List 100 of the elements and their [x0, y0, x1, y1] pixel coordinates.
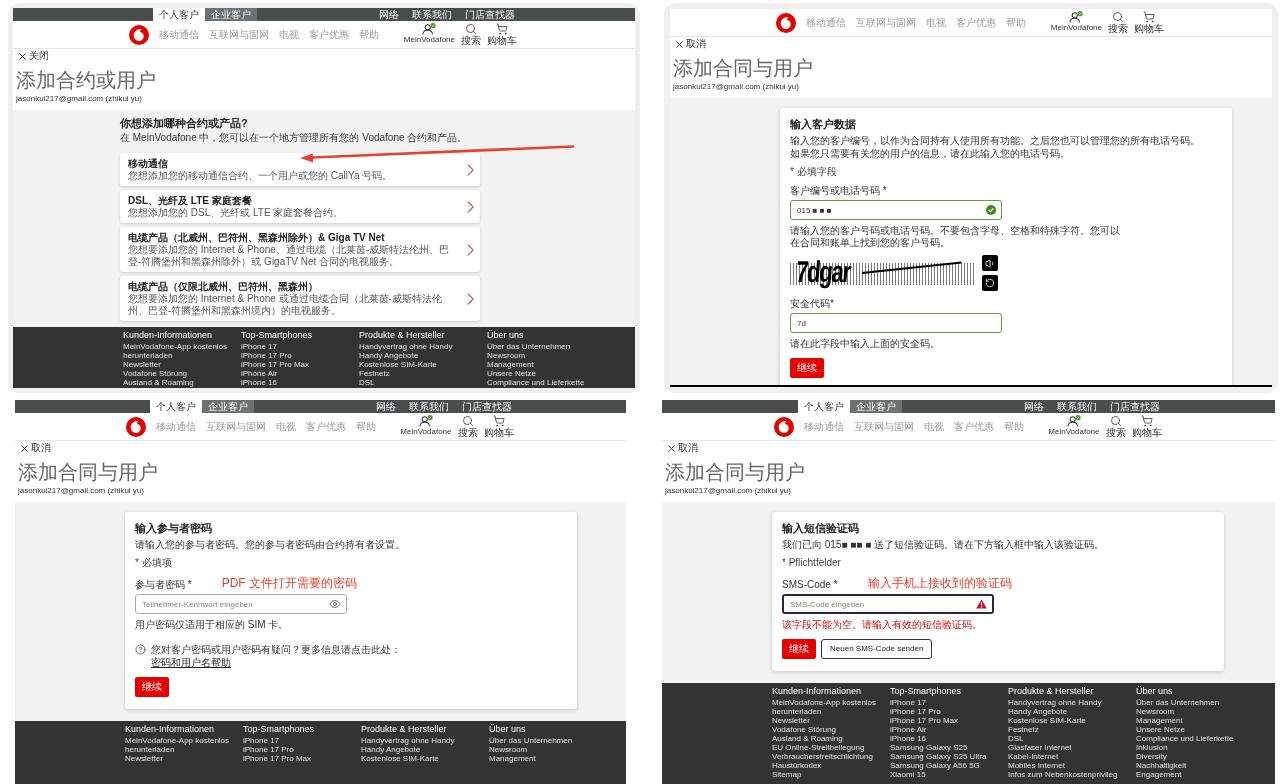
footer-link[interactable]: iPhone 17: [890, 698, 927, 707]
footer-link[interactable]: Festnetz: [1008, 725, 1039, 734]
footer-link[interactable]: Kostenlose SIM-Karte: [1008, 716, 1086, 725]
password-field[interactable]: Teilnehmer-Kennwort eingeben: [135, 594, 347, 614]
footer-link[interactable]: Management: [487, 360, 534, 369]
footer-link[interactable]: Unsere Netze: [487, 369, 536, 378]
top-link[interactable]: 网络: [379, 8, 399, 21]
footer-link[interactable]: Handy Angebote: [359, 351, 419, 360]
footer-link[interactable]: iPhone 17: [243, 736, 280, 745]
top-link[interactable]: 网络: [375, 400, 396, 413]
footer-link[interactable]: Newsletter: [125, 754, 163, 763]
footer-link[interactable]: herunterladen: [125, 745, 175, 754]
footer-link[interactable]: Ausland & Roaming: [772, 734, 843, 743]
top-link[interactable]: 门店查找器: [465, 8, 515, 21]
footer-link[interactable]: iPhone 17 Pro: [241, 351, 292, 360]
account-button[interactable]: MeinVodafone: [403, 23, 455, 45]
footer-link[interactable]: Newsroom: [487, 351, 526, 360]
footer-link[interactable]: DSL: [359, 378, 375, 387]
option-card[interactable]: 电缆产品（仅限北威州、巴符州、黑森州） 您想要添加您的 Internet & Phone 或通过电缆合同（北莱茵-威斯特法伦州、巴登-符腾堡州和黑森州境内）的电视服务。: [120, 276, 480, 321]
footer-link[interactable]: Management: [489, 754, 536, 763]
footer-link[interactable]: Compliance und Lieferkette: [1136, 734, 1234, 743]
footer-link[interactable]: Vodafone Störung: [123, 369, 188, 378]
continue-button[interactable]: 继续: [135, 677, 169, 697]
close-button[interactable]: 取消: [21, 442, 51, 454]
footer-link[interactable]: Samsung Galaxy A56 5G: [890, 761, 980, 770]
footer-link[interactable]: Inklusion: [1136, 743, 1168, 752]
search-button[interactable]: 搜索: [461, 23, 481, 46]
footer-link[interactable]: Samsung Galaxy S25: [890, 743, 968, 752]
footer-link[interactable]: Unsere Netze: [1136, 725, 1185, 734]
logo-icon[interactable]: [129, 24, 149, 45]
account-button[interactable]: MeinVodafone: [1048, 415, 1100, 437]
footer-link[interactable]: iPhone 17 Pro Max: [890, 716, 959, 725]
footer-link[interactable]: Kostenlose SIM-Karte: [361, 754, 439, 763]
input-field[interactable]: SMS-Code eingeben: [782, 594, 994, 614]
top-link[interactable]: 网络: [1023, 400, 1044, 413]
segment-tab[interactable]: 企业客户: [205, 8, 257, 21]
footer-link[interactable]: DSL: [1008, 734, 1024, 743]
segment-tab[interactable]: 个人客户: [153, 8, 205, 21]
top-link[interactable]: 联系我们: [408, 400, 449, 413]
close-button[interactable]: 取消: [668, 442, 698, 454]
footer-link[interactable]: herunterladen: [123, 351, 173, 360]
footer-link[interactable]: Haustürkodex: [772, 761, 822, 770]
continue-button[interactable]: 继续: [782, 639, 816, 659]
footer-link[interactable]: Newsroom: [1136, 707, 1175, 716]
footer-link[interactable]: Handyvertrag ohne Handy: [359, 342, 453, 351]
footer-link[interactable]: iPhone 16: [241, 378, 278, 387]
footer-link[interactable]: Newsroom: [489, 745, 528, 754]
footer-link[interactable]: Samsung Galaxy S25 Ultra: [890, 752, 987, 761]
footer-link[interactable]: Newsletter: [772, 716, 810, 725]
footer-link[interactable]: herunterladen: [772, 707, 822, 716]
logo-icon[interactable]: [125, 416, 146, 437]
help-link[interactable]: 密码和用户名帮助: [151, 656, 231, 669]
footer-link[interactable]: Verbraucherstreitschlichtung: [772, 752, 873, 761]
close-button[interactable]: 关闭: [19, 50, 49, 62]
account-button[interactable]: MeinVodafone: [1050, 11, 1102, 33]
segment-tab[interactable]: 个人客户: [149, 400, 202, 413]
footer-link[interactable]: Nachhaltigkeit: [1136, 761, 1187, 770]
footer-link[interactable]: Vodafone Störung: [772, 725, 837, 734]
footer-link[interactable]: Über das Unternehmen: [489, 736, 573, 745]
footer-link[interactable]: iPhone 17 Pro Max: [241, 360, 310, 369]
footer-link[interactable]: Compliance und Lieferkette: [487, 378, 585, 387]
footer-link[interactable]: Über das Unternehmen: [487, 342, 571, 351]
audio-button[interactable]: [982, 255, 998, 271]
refresh-button[interactable]: [982, 275, 998, 291]
footer-link[interactable]: MeinVodafone-App kostenlos: [772, 698, 877, 707]
option-card[interactable]: 移动通信 您想添加您的移动通信合约、一个用户或您的 CallYa 号码。: [120, 153, 480, 186]
footer-link[interactable]: Newsletter: [123, 360, 161, 369]
logo-icon[interactable]: [776, 12, 796, 33]
footer-link[interactable]: Xiaomi 15: [890, 770, 926, 779]
footer-link[interactable]: MeinVodafone-App kostenlos: [125, 736, 230, 745]
footer-link[interactable]: iPhone 16: [890, 734, 927, 743]
footer-link[interactable]: iPhone 17 Pro: [243, 745, 294, 754]
footer-link[interactable]: Festnetz: [359, 369, 390, 378]
footer-link[interactable]: iPhone 17 Pro: [890, 707, 941, 716]
footer-link[interactable]: iPhone 17: [241, 342, 278, 351]
option-card[interactable]: 电缆产品（北威州、巴符州、黑森州除外）& Giga TV Net 您想要添加您的 Internet & Phone、通过电缆（北莱茵-威斯特法伦州、巴登-符腾堡州和黑森州除外）或 GigaTV Net 合同的电视服务。: [120, 227, 480, 272]
footer-link[interactable]: Handyvertrag ohne Handy: [361, 736, 455, 745]
resend-button[interactable]: Neuen SMS-Code senden: [821, 639, 933, 659]
footer-link[interactable]: Diversity: [1136, 752, 1167, 761]
search-button[interactable]: 搜索: [1108, 11, 1128, 34]
footer-link[interactable]: Handyvertrag ohne Handy: [1008, 698, 1102, 707]
footer-link[interactable]: Handy Angebote: [361, 745, 421, 754]
footer-link[interactable]: Kostenlose SIM-Karte: [359, 360, 437, 369]
footer-link[interactable]: iPhone Air: [890, 725, 927, 734]
logo-icon[interactable]: [773, 416, 794, 437]
account-button[interactable]: MeinVodafone: [400, 415, 452, 437]
footer-link[interactable]: Sitemap: [772, 770, 802, 779]
cart-button[interactable]: 购物车: [487, 23, 517, 46]
footer-link[interactable]: iPhone Air: [241, 369, 278, 378]
search-button[interactable]: 搜索: [1105, 415, 1126, 438]
eye-icon[interactable]: [329, 598, 341, 610]
footer-link[interactable]: Management: [1136, 716, 1183, 725]
input-field[interactable]: 7d: [790, 313, 1002, 333]
footer-link[interactable]: EU Online-Streitbeilegung: [772, 743, 865, 752]
close-button[interactable]: 取消: [676, 38, 706, 50]
cart-button[interactable]: 购物车: [1134, 11, 1164, 34]
segment-tab[interactable]: 企业客户: [849, 400, 902, 413]
footer-link[interactable]: MeinVodafone-App kostenlos: [123, 342, 228, 351]
search-button[interactable]: 搜索: [457, 415, 478, 438]
footer-link[interactable]: Handy Angebote: [1008, 707, 1068, 716]
